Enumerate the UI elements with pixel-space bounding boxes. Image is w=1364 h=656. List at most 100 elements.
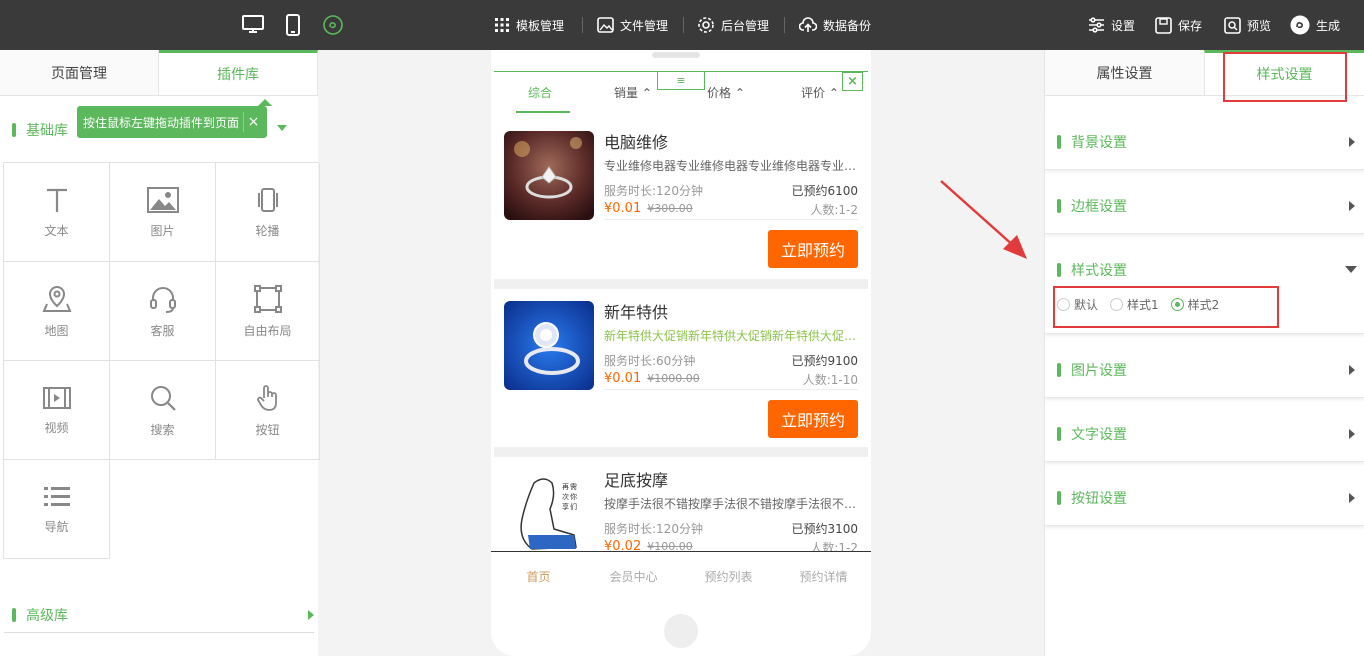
divider xyxy=(604,389,858,390)
tab-attribute-settings[interactable]: 属性设置 xyxy=(1045,50,1204,95)
product-name: 电脑维修 xyxy=(604,133,669,152)
data-backup-label: 数据备份 xyxy=(823,18,872,33)
template-manage-button[interactable]: 模板管理 xyxy=(494,0,564,50)
filter-sales-label: 销量 xyxy=(614,86,639,100)
product-booked: 已预约6100 xyxy=(791,184,858,198)
generate-button[interactable]: 生成 xyxy=(1290,0,1340,50)
product-name: 足底按摩 xyxy=(604,471,669,490)
tip-close-button[interactable]: × xyxy=(243,112,263,132)
plugin-text[interactable]: 文本 xyxy=(4,163,110,262)
svg-text:再: 再 xyxy=(562,483,569,491)
desktop-icon[interactable] xyxy=(241,13,265,37)
plugin-map[interactable]: 地图 xyxy=(4,262,110,361)
component-close-button[interactable]: × xyxy=(842,72,863,91)
search-icon xyxy=(150,385,176,411)
section-text[interactable]: 文字设置 xyxy=(1045,406,1364,462)
section-button[interactable]: 按钮设置 xyxy=(1045,470,1364,526)
plugin-navigation[interactable]: 导航 xyxy=(4,460,110,559)
section-title: 样式设置 xyxy=(1071,263,1127,279)
filter-price[interactable]: 价格 ⌃ xyxy=(707,84,745,101)
highlight-box xyxy=(1053,286,1279,328)
book-now-button[interactable]: 立即预约 xyxy=(768,400,858,438)
mobile-icon[interactable] xyxy=(281,13,305,37)
drag-tip-text: 按住鼠标左键拖动插件到页面 xyxy=(83,115,240,130)
cloud-upload-icon xyxy=(799,17,817,32)
plugin-image[interactable]: 图片 xyxy=(110,163,216,262)
section-background[interactable]: 背景设置 xyxy=(1045,114,1364,170)
filter-comprehensive[interactable]: 综合 xyxy=(528,84,552,101)
settings-button[interactable]: 设置 xyxy=(1088,0,1135,50)
text-icon xyxy=(46,188,67,212)
product-card[interactable]: 新年特供 新年特供大促销新年特供大促销新年特供大促销新年特供 服务时长:60分钟… xyxy=(494,289,868,447)
plugin-customer-service[interactable]: 客服 xyxy=(110,262,216,361)
expand-arrow-icon xyxy=(1349,137,1355,147)
plugin-carousel[interactable]: 轮播 xyxy=(216,163,320,262)
product-desc: 专业维修电器专业维修电器专业维修电器专业维修电器 xyxy=(604,159,860,173)
plugin-label: 按钮 xyxy=(255,422,280,437)
product-old-price: ¥1000.00 xyxy=(647,372,700,385)
product-people: 人数:1-10 xyxy=(802,373,858,387)
nav-booking-detail[interactable]: 预约详情 xyxy=(776,552,871,601)
bottom-nav: 首页 会员中心 预约列表 预约详情 xyxy=(491,551,871,601)
free-layout-icon xyxy=(253,284,282,313)
product-price: ¥0.02 xyxy=(604,539,642,551)
headset-icon xyxy=(149,286,176,313)
section-marker xyxy=(12,608,16,622)
tab-plugin-library[interactable]: 插件库 xyxy=(159,50,318,95)
section-image[interactable]: 图片设置 xyxy=(1045,342,1364,398)
filter-rating[interactable]: 评价 ⌃ xyxy=(801,84,839,101)
gear-icon xyxy=(698,17,714,33)
nav-booking-list[interactable]: 预约列表 xyxy=(681,552,776,601)
plugin-label: 客服 xyxy=(150,323,175,338)
basic-library-title: 基础库 xyxy=(26,123,68,139)
book-now-button[interactable]: 立即预约 xyxy=(768,230,858,268)
phone-preview: 综合 销量 ⌃ 价格 ⌃ 评价 ⌃ ≡ × 电脑维修 专业维修电器专业维修电器专… xyxy=(491,50,871,656)
svg-text:次: 次 xyxy=(562,492,569,501)
image-file-icon xyxy=(597,17,614,33)
expand-arrow-icon xyxy=(1349,201,1355,211)
list-icon xyxy=(43,486,70,506)
section-title: 按钮设置 xyxy=(1071,491,1127,507)
backend-manage-button[interactable]: 后台管理 xyxy=(697,0,769,50)
plugin-video[interactable]: 视频 xyxy=(4,361,110,460)
card-separator xyxy=(494,279,868,289)
basic-library-header[interactable]: 基础库 xyxy=(12,120,68,140)
nav-home[interactable]: 首页 xyxy=(491,552,586,601)
product-duration: 服务时长:120分钟 xyxy=(604,184,703,198)
product-card[interactable]: 再需次你享们 足底按摩 按摩手法很不错按摩手法很不错按摩手法很不错按摩手法 服务… xyxy=(494,457,868,551)
advanced-library-header[interactable]: 高级库 xyxy=(12,605,314,625)
product-card[interactable]: 电脑维修 专业维修电器专业维修电器专业维修电器专业维修电器 服务时长:120分钟… xyxy=(494,119,868,279)
plugin-search[interactable]: 搜索 xyxy=(110,361,216,460)
tab-page-manage[interactable]: 页面管理 xyxy=(0,50,159,95)
annotation-arrow xyxy=(940,180,1027,259)
product-price: ¥0.01 xyxy=(604,371,642,386)
section-title: 图片设置 xyxy=(1071,363,1127,379)
svg-text:需: 需 xyxy=(570,483,577,491)
preview-button[interactable]: 预览 xyxy=(1224,0,1271,50)
save-button[interactable]: 保存 xyxy=(1155,0,1202,50)
section-marker xyxy=(1057,135,1061,149)
map-pin-icon xyxy=(41,285,72,312)
expand-arrow-icon xyxy=(1349,365,1355,375)
plugin-free-layout[interactable]: 自由布局 xyxy=(216,262,320,361)
filter-sales[interactable]: 销量 ⌃ xyxy=(614,84,652,101)
product-image-cartoon: 再需次你享们 xyxy=(504,469,594,551)
settings-label: 设置 xyxy=(1111,18,1136,33)
plugin-grid: 文本 图片 轮播 地图 客服 自由布局 视频 搜索 按钮 导航 xyxy=(3,162,320,559)
expand-caret-icon[interactable] xyxy=(277,125,287,131)
preview-label: 预览 xyxy=(1247,18,1272,33)
miniprogram-icon[interactable] xyxy=(321,13,345,37)
nav-member-center[interactable]: 会员中心 xyxy=(586,552,681,601)
top-toolbar: 模板管理 文件管理 后台管理 数据备份 设置 保存 预览 生成 xyxy=(0,0,1364,50)
advanced-library-title: 高级库 xyxy=(26,608,68,624)
component-menu-handle[interactable]: ≡ xyxy=(657,72,705,90)
data-backup-button[interactable]: 数据备份 xyxy=(799,0,871,50)
expand-arrow-icon xyxy=(1349,493,1355,503)
active-underline xyxy=(516,111,570,113)
plugin-button[interactable]: 按钮 xyxy=(216,361,320,460)
section-border[interactable]: 边框设置 xyxy=(1045,178,1364,234)
product-desc: 按摩手法很不错按摩手法很不错按摩手法很不错按摩手法 xyxy=(604,497,860,511)
file-manage-button[interactable]: 文件管理 xyxy=(597,0,668,50)
divider xyxy=(4,632,314,633)
expand-arrow-icon xyxy=(308,610,314,620)
